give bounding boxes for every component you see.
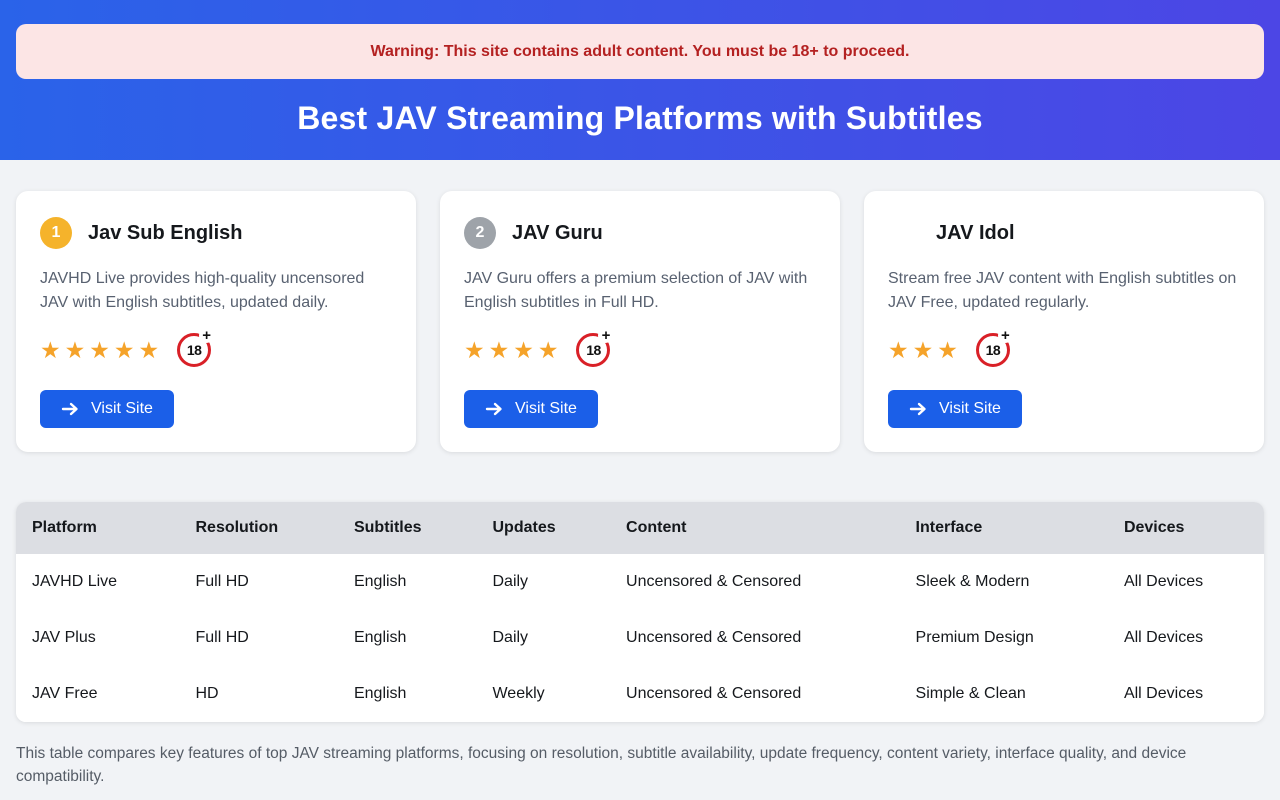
age-number: 18 xyxy=(586,342,601,358)
star-rating-icon: ★★★ xyxy=(888,339,962,362)
cell-resolution: Full HD xyxy=(179,610,337,666)
column-header-devices: Devices xyxy=(1108,502,1264,554)
cell-interface: Sleek & Modern xyxy=(900,554,1108,610)
card-description: JAV Guru offers a premium selection of J… xyxy=(464,267,816,315)
cell-subtitles: English xyxy=(338,610,477,666)
cell-devices: All Devices xyxy=(1108,554,1264,610)
column-header-platform: Platform xyxy=(16,502,179,554)
rating-row: ★★★★ 18 + xyxy=(464,331,816,369)
visit-site-button[interactable]: Visit Site xyxy=(40,390,174,428)
arrow-right-icon xyxy=(61,402,79,416)
cell-subtitles: English xyxy=(338,554,477,610)
table-header-row: Platform Resolution Subtitles Updates Co… xyxy=(16,502,1264,554)
column-header-updates: Updates xyxy=(476,502,610,554)
platform-card-jav-sub-english: 1 Jav Sub English JAVHD Live provides hi… xyxy=(16,191,416,452)
cell-platform: JAVHD Live xyxy=(16,554,179,610)
age-18-plus-icon: 18 + xyxy=(177,333,211,367)
visit-site-button[interactable]: Visit Site xyxy=(464,390,598,428)
star-rating-icon: ★★★★ xyxy=(464,339,562,362)
cell-updates: Daily xyxy=(476,610,610,666)
visit-site-label: Visit Site xyxy=(91,400,153,418)
comparison-table-card: Platform Resolution Subtitles Updates Co… xyxy=(16,502,1264,722)
cell-platform: JAV Free xyxy=(16,666,179,722)
main-content: 1 Jav Sub English JAVHD Live provides hi… xyxy=(0,191,1280,789)
card-header: 1 Jav Sub English xyxy=(40,217,392,249)
age-18-plus-icon: 18 + xyxy=(576,333,610,367)
age-plus-sign: + xyxy=(998,328,1013,343)
warning-text: Warning: This site contains adult conten… xyxy=(371,43,910,61)
cell-interface: Simple & Clean xyxy=(900,666,1108,722)
card-description: JAVHD Live provides high-quality uncenso… xyxy=(40,267,392,315)
table-row-javhd-live: JAVHD Live Full HD English Daily Uncenso… xyxy=(16,554,1264,610)
cell-subtitles: English xyxy=(338,666,477,722)
cell-content: Uncensored & Censored xyxy=(610,666,900,722)
column-header-subtitles: Subtitles xyxy=(338,502,477,554)
age-plus-sign: + xyxy=(598,328,613,343)
age-number: 18 xyxy=(187,342,202,358)
cell-resolution: HD xyxy=(179,666,337,722)
age-18-plus-icon: 18 + xyxy=(976,333,1010,367)
visit-site-label: Visit Site xyxy=(939,400,1001,418)
comparison-table: Platform Resolution Subtitles Updates Co… xyxy=(16,502,1264,722)
rating-row: ★★★ 18 + xyxy=(888,331,1240,369)
card-header: JAV Idol xyxy=(888,217,1240,249)
platform-card-jav-idol: JAV Idol Stream free JAV content with En… xyxy=(864,191,1264,452)
arrow-right-icon xyxy=(909,402,927,416)
table-caption-note: This table compares key features of top … xyxy=(16,742,1264,789)
visit-site-button[interactable]: Visit Site xyxy=(888,390,1022,428)
platform-cards: 1 Jav Sub English JAVHD Live provides hi… xyxy=(16,191,1264,452)
platform-card-jav-guru: 2 JAV Guru JAV Guru offers a premium sel… xyxy=(440,191,840,452)
card-header: 2 JAV Guru xyxy=(464,217,816,249)
column-header-content: Content xyxy=(610,502,900,554)
page-header: Warning: This site contains adult conten… xyxy=(0,0,1280,160)
cell-content: Uncensored & Censored xyxy=(610,554,900,610)
rank-badge: 2 xyxy=(464,217,496,249)
visit-site-label: Visit Site xyxy=(515,400,577,418)
age-number: 18 xyxy=(986,342,1001,358)
cell-interface: Premium Design xyxy=(900,610,1108,666)
cell-platform: JAV Plus xyxy=(16,610,179,666)
table-row-jav-plus: JAV Plus Full HD English Daily Uncensore… xyxy=(16,610,1264,666)
star-rating-icon: ★★★★★ xyxy=(40,339,163,362)
rating-row: ★★★★★ 18 + xyxy=(40,331,392,369)
table-row-jav-free: JAV Free HD English Weekly Uncensored & … xyxy=(16,666,1264,722)
age-plus-sign: + xyxy=(199,328,214,343)
card-description: Stream free JAV content with English sub… xyxy=(888,267,1240,315)
column-header-interface: Interface xyxy=(900,502,1108,554)
cell-devices: All Devices xyxy=(1108,610,1264,666)
card-title: JAV Guru xyxy=(512,222,603,245)
cell-resolution: Full HD xyxy=(179,554,337,610)
column-header-resolution: Resolution xyxy=(179,502,337,554)
page-title: Best JAV Streaming Platforms with Subtit… xyxy=(16,100,1264,137)
rank-badge: 1 xyxy=(40,217,72,249)
cell-content: Uncensored & Censored xyxy=(610,610,900,666)
cell-updates: Daily xyxy=(476,554,610,610)
arrow-right-icon xyxy=(485,402,503,416)
card-title: JAV Idol xyxy=(936,222,1015,245)
card-title: Jav Sub English xyxy=(88,222,242,245)
adult-content-warning-banner: Warning: This site contains adult conten… xyxy=(16,24,1264,79)
rank-badge xyxy=(888,217,920,249)
cell-updates: Weekly xyxy=(476,666,610,722)
cell-devices: All Devices xyxy=(1108,666,1264,722)
